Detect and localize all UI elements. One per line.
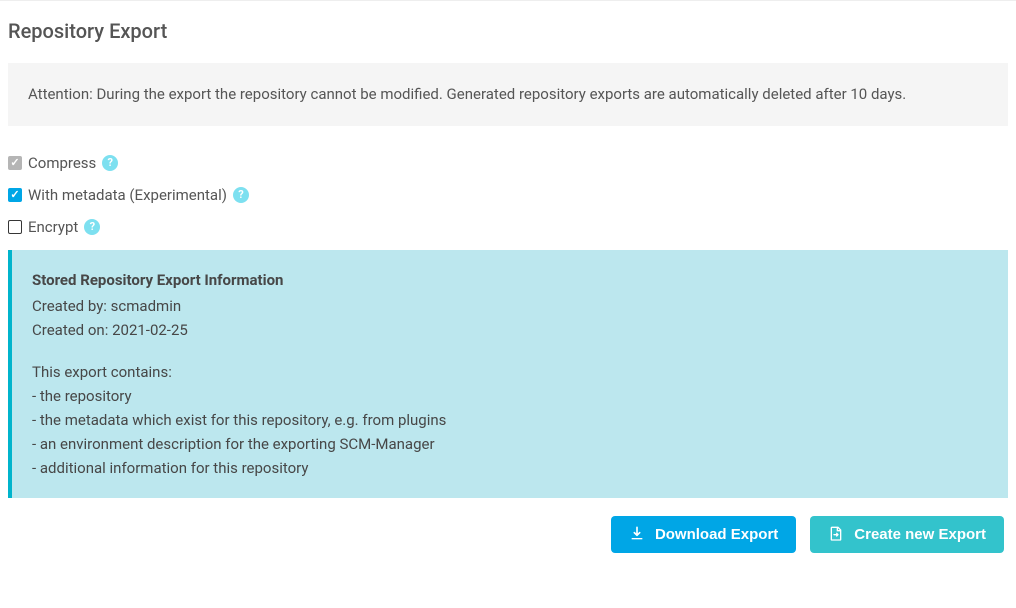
metadata-row: ✓ With metadata (Experimental) ? [8, 186, 1008, 204]
export-info-panel: Stored Repository Export Information Cre… [8, 250, 1008, 498]
encrypt-checkbox[interactable] [8, 220, 22, 234]
create-export-label: Create new Export [854, 526, 986, 543]
contains-item: - the repository [32, 384, 988, 408]
created-on-line: Created on: 2021-02-25 [32, 318, 988, 342]
notice-box: Attention: During the export the reposit… [8, 63, 1008, 126]
encrypt-row: Encrypt ? [8, 218, 1008, 236]
created-by-line: Created by: scmadmin [32, 294, 988, 318]
created-by-label: Created by: [32, 297, 107, 315]
contains-item: - the metadata which exist for this repo… [32, 408, 988, 432]
contains-item: - additional information for this reposi… [32, 456, 988, 480]
export-section: Repository Export Attention: During the … [0, 19, 1016, 553]
encrypt-label: Encrypt [28, 218, 78, 236]
contains-label: This export contains: [32, 360, 988, 384]
help-icon[interactable]: ? [102, 155, 118, 171]
compress-row: ✓ Compress ? [8, 154, 1008, 172]
help-icon[interactable]: ? [233, 187, 249, 203]
create-export-button[interactable]: Create new Export [810, 516, 1004, 553]
download-export-button[interactable]: Download Export [611, 516, 796, 553]
created-on-value: 2021-02-25 [112, 321, 188, 339]
compress-label: Compress [28, 154, 96, 172]
page-title: Repository Export [8, 19, 1008, 43]
help-icon[interactable]: ? [84, 219, 100, 235]
file-export-icon [828, 526, 844, 542]
download-icon [629, 526, 645, 542]
metadata-checkbox[interactable]: ✓ [8, 188, 22, 202]
spacer [32, 342, 988, 360]
compress-checkbox: ✓ [8, 156, 22, 170]
contains-item: - an environment description for the exp… [32, 432, 988, 456]
export-info-title: Stored Repository Export Information [32, 268, 988, 292]
created-by-value: scmadmin [111, 297, 181, 315]
notice-text: Attention: During the export the reposit… [28, 85, 906, 103]
created-on-label: Created on: [32, 321, 108, 339]
metadata-label: With metadata (Experimental) [28, 186, 227, 204]
top-divider [0, 0, 1016, 1]
button-row: Download Export Create new Export [8, 516, 1008, 553]
download-export-label: Download Export [655, 526, 778, 543]
